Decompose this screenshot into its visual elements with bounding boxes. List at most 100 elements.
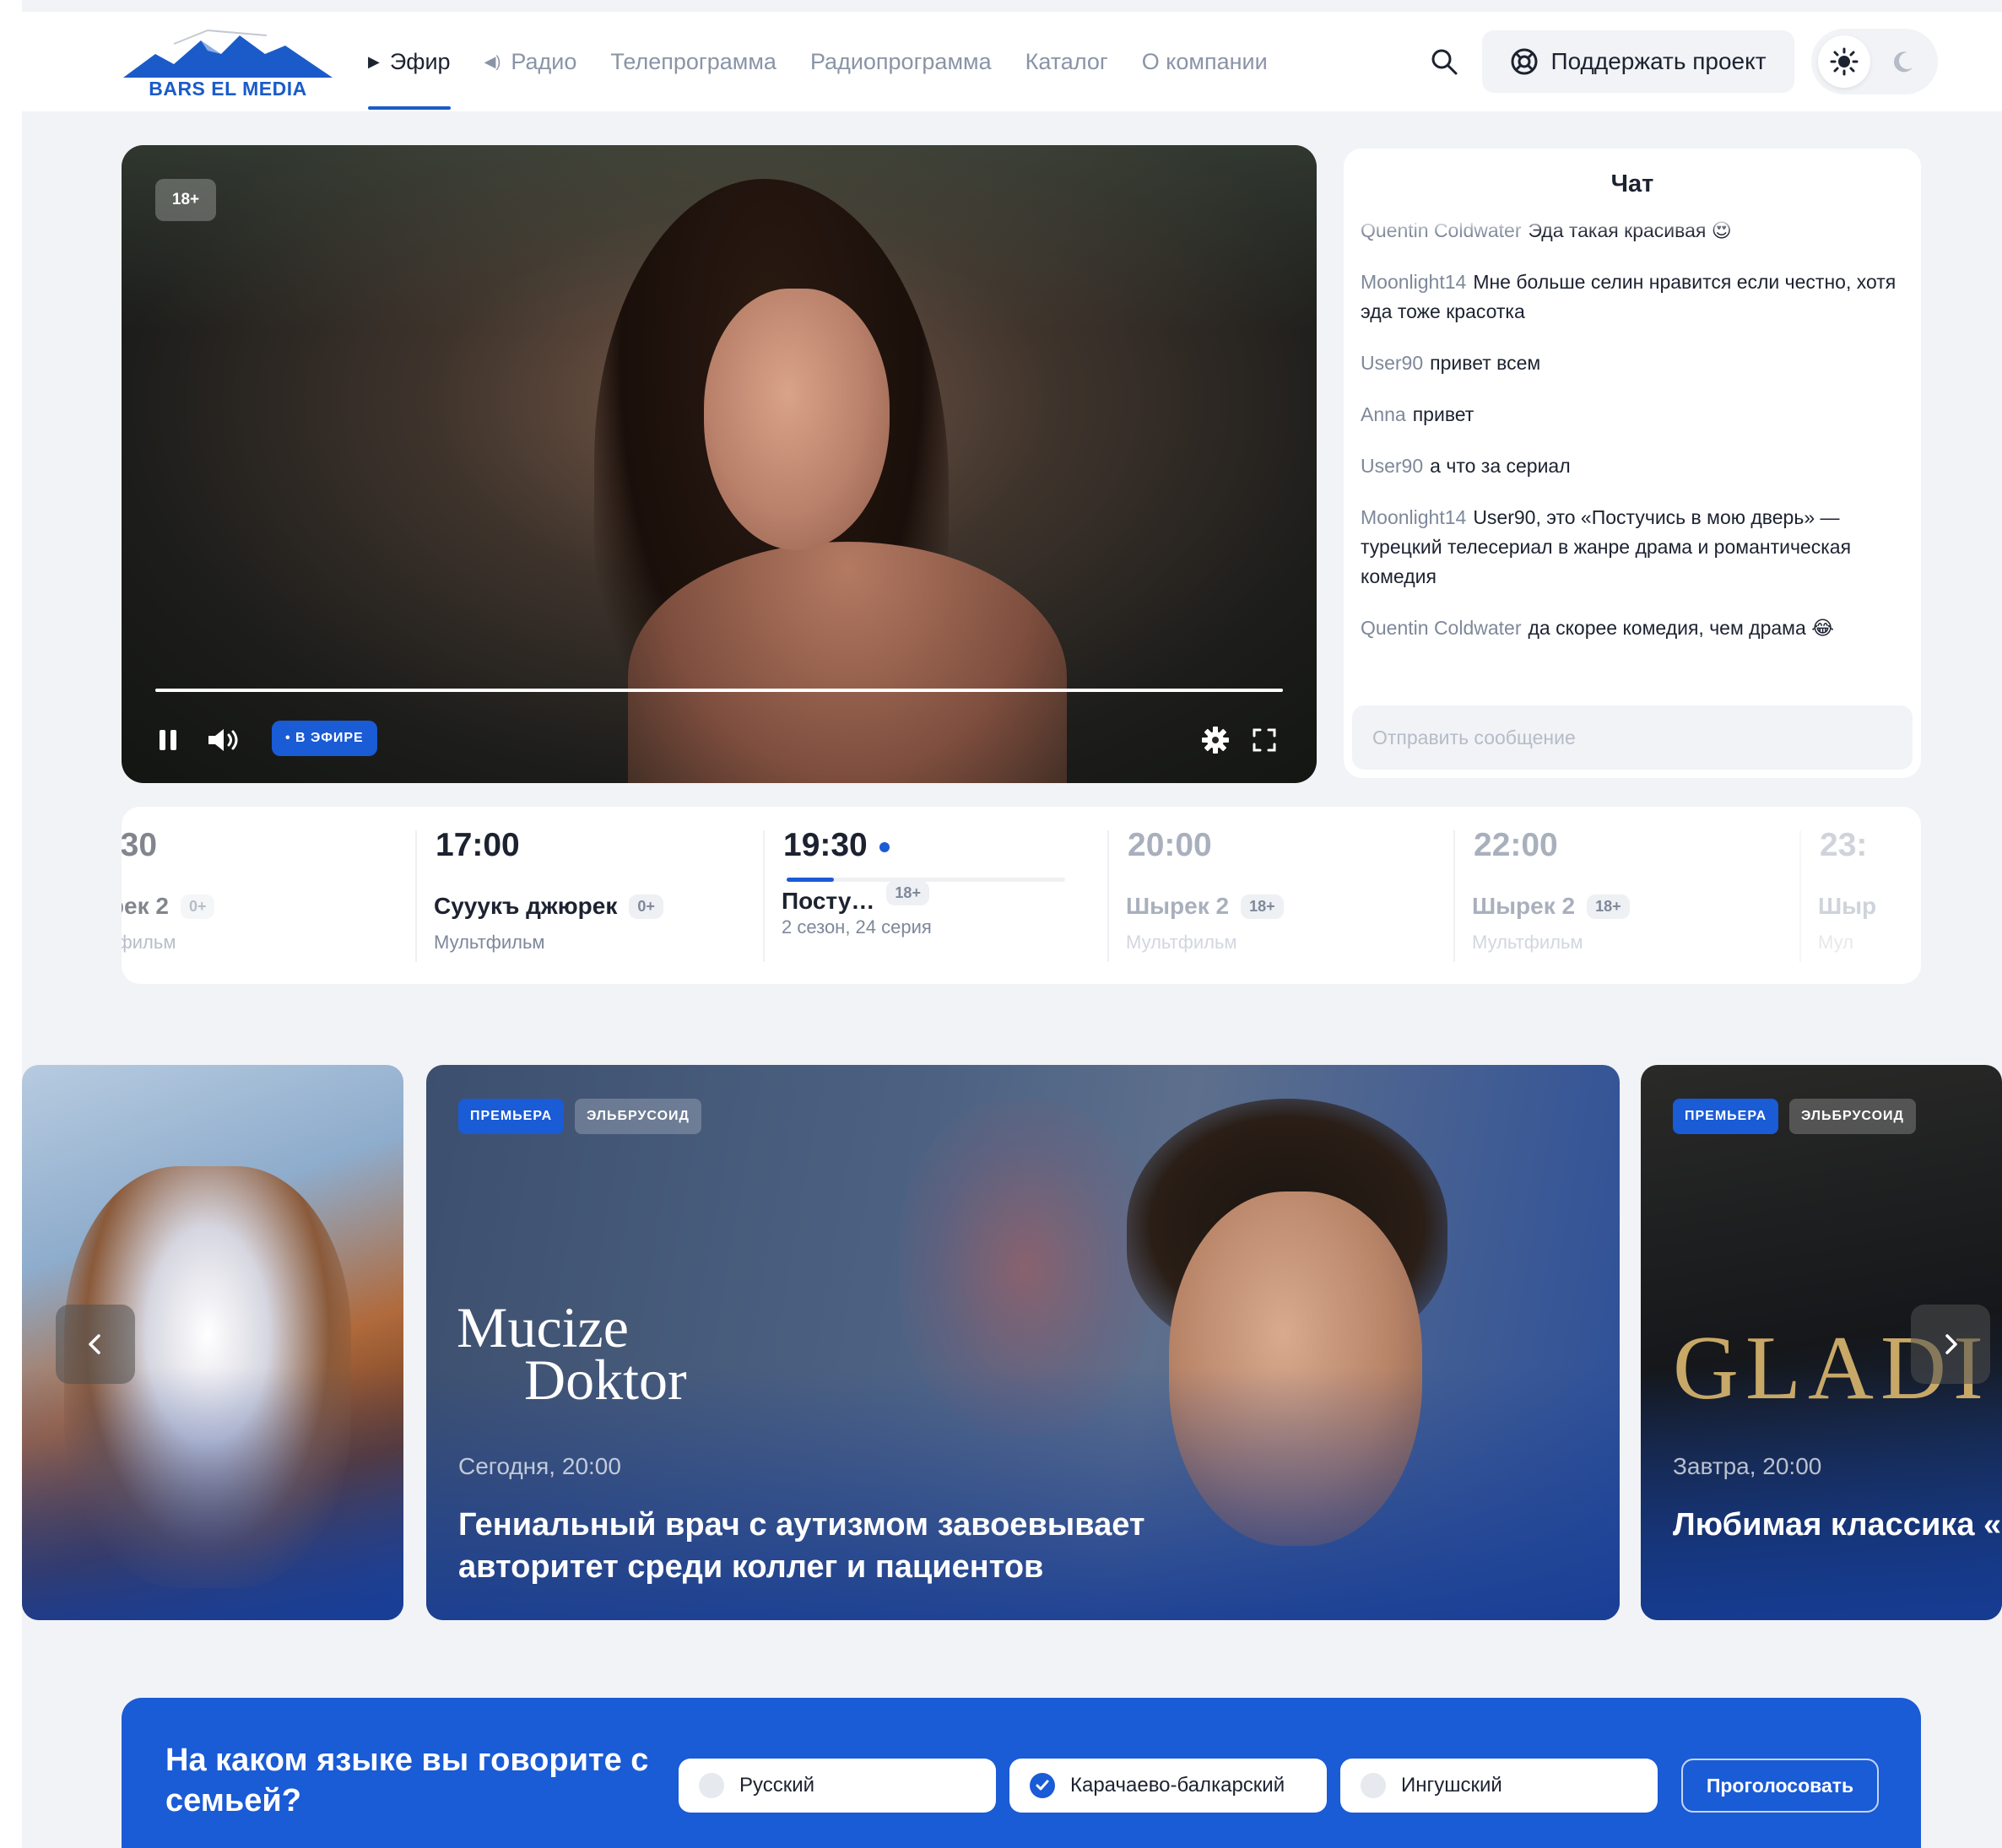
carousel-prev-button[interactable] — [56, 1305, 135, 1384]
settings-button[interactable] — [1195, 721, 1236, 759]
slot-subtitle: Мультфильм — [1126, 932, 1237, 953]
chat-text: привет всем — [1430, 352, 1541, 374]
slot-time: 6:30 — [122, 827, 157, 864]
light-theme-button[interactable] — [1818, 35, 1870, 88]
schedule-slot[interactable]: 20:00 Шырек 2 18+ Мультфильм — [1107, 807, 1455, 984]
fullscreen-icon — [1253, 728, 1276, 752]
poll-option-karachay-balkar[interactable]: Карачаево-балкарский — [1009, 1759, 1327, 1813]
chat-message-input[interactable] — [1352, 705, 1913, 770]
card-description: Гениальный врач с аутизмом завоевывает а… — [458, 1507, 1145, 1585]
fullscreen-button[interactable] — [1244, 721, 1285, 759]
site-header: BARS EL MEDIA ▶ Эфир ◀) Радио Телепрогра… — [22, 12, 2002, 111]
slot-progress-bar — [787, 878, 1065, 882]
nav-item-radio-schedule[interactable]: Радиопрограмма — [810, 12, 992, 111]
chat-username[interactable]: Moonlight14 — [1361, 271, 1466, 293]
chevron-right-icon — [1945, 1334, 1957, 1354]
schedule-strip: 6:30ырек 20+льтфильм17:00Сууукъ джюрек0+… — [122, 807, 1921, 984]
nav-item-tv-schedule[interactable]: Телепрограмма — [610, 12, 776, 111]
sun-icon — [1830, 47, 1859, 76]
chat-username[interactable]: Moonlight14 — [1361, 506, 1466, 528]
page-gutter — [0, 0, 22, 1848]
nav-item-label: Эфир — [389, 48, 451, 74]
video-player[interactable]: 18+ • В ЭФИРЕ — [122, 145, 1317, 783]
slot-divider — [763, 830, 765, 962]
volume-button[interactable] — [199, 721, 250, 759]
channel-tag: ЭЛЬБРУСОИД — [1789, 1099, 1916, 1134]
radio-unchecked-icon — [1361, 1773, 1386, 1798]
nav-item-radio[interactable]: ◀) Радио — [484, 12, 577, 111]
slot-time: 23: — [1820, 827, 1867, 864]
pause-icon — [160, 730, 176, 750]
schedule-slot[interactable]: 17:00 Сууукъ джюрек 0+ Мультфильм — [415, 807, 763, 984]
slot-subtitle: Мультфильм — [434, 932, 545, 953]
slot-time-text: 19:30 — [783, 827, 868, 863]
dark-theme-button[interactable] — [1877, 35, 1929, 88]
nav-item-about[interactable]: О компании — [1142, 12, 1268, 111]
slot-subtitle: Мул — [1818, 932, 1853, 953]
lifebuoy-icon — [1511, 48, 1538, 75]
slot-divider — [415, 830, 417, 962]
poll-option-ingush[interactable]: Ингушский — [1340, 1759, 1658, 1813]
poll-option-russian[interactable]: Русский — [679, 1759, 996, 1813]
slot-time-text: 22:00 — [1474, 827, 1558, 863]
chat-message-list: Quentin Coldwater Эда такая красивая 😍 Moo… — [1361, 216, 1901, 665]
schedule-slot[interactable]: 22:00 Шырек 2 18+ Мультфильм — [1453, 807, 1801, 984]
chevron-left-icon — [89, 1334, 100, 1354]
pause-button[interactable] — [147, 721, 189, 759]
slot-title-text: Посту… — [782, 888, 875, 914]
vote-button[interactable]: Проголосовать — [1681, 1759, 1879, 1813]
video-frame-face — [704, 289, 890, 550]
video-progress-fill — [155, 689, 1283, 692]
card-date: Завтра, 20:00 — [1673, 1453, 1822, 1479]
support-label: Поддержать проект — [1550, 48, 1767, 74]
card-description: Любимая классика «Гладиатор» от сту — [1673, 1507, 2002, 1543]
schedule-slot[interactable]: 23: Шыр Мул — [1799, 807, 1921, 984]
nav-item-label: Телепрограмма — [610, 48, 776, 74]
poll-option-label: Ингушский — [1401, 1774, 1502, 1797]
slot-title: Шыр — [1818, 893, 1876, 920]
age-rating-pill: 0+ — [629, 894, 663, 919]
nav-item-live[interactable]: ▶ Эфир — [368, 12, 451, 111]
carousel-card-main[interactable]: ПРЕМЬЕРА ЭЛЬБРУСОИД Mucize Doktor Сегодн… — [426, 1065, 1620, 1620]
nav-item-label: Радио — [511, 48, 577, 74]
logo[interactable]: BARS EL MEDIA — [123, 29, 333, 111]
premiere-tag: ПРЕМЬЕРА — [458, 1099, 565, 1134]
carousel-next-button[interactable] — [1911, 1305, 1990, 1384]
channel-tag: ЭЛЬБРУСОИД — [575, 1099, 701, 1134]
slot-time: 20:00 — [1128, 827, 1212, 864]
search-icon — [1431, 49, 1458, 75]
poll-question: На каком языке вы говорите с семьей? — [165, 1743, 649, 1818]
age-rating-pill: 18+ — [1241, 894, 1284, 919]
slot-time-text: 6:30 — [122, 827, 158, 863]
age-rating-pill: 0+ — [180, 894, 215, 919]
live-badge[interactable]: • В ЭФИРЕ — [272, 721, 377, 756]
schedule-slot-now[interactable]: 19:30 Посту… 18+ 2 сезон, 24 серия — [763, 807, 1111, 984]
schedule-slot[interactable]: 6:30 ырек 2 0+льтфильм — [122, 807, 419, 984]
poll-option-label: Русский — [739, 1774, 815, 1797]
support-project-button[interactable]: Поддержать проект — [1482, 30, 1794, 93]
show-logo: Mucize Doktor — [457, 1299, 687, 1408]
search-button[interactable] — [1423, 41, 1465, 83]
mountain-logo-icon — [123, 29, 333, 78]
slot-time: 19:30 — [783, 827, 890, 864]
speaker-icon: ◀) — [484, 52, 501, 70]
theme-toggle — [1811, 29, 1938, 95]
nav-item-label: О компании — [1141, 48, 1268, 74]
chat-username[interactable]: Quentin Coldwater — [1361, 617, 1522, 639]
chat-username[interactable]: User90 — [1361, 455, 1423, 477]
chat-username[interactable]: Anna — [1361, 403, 1406, 425]
chat-username[interactable]: Quentin Coldwater — [1361, 219, 1522, 241]
chat-username[interactable]: User90 — [1361, 352, 1423, 374]
live-dot-icon — [879, 841, 890, 852]
slot-title-text: Шыр — [1818, 893, 1877, 919]
slot-time: 22:00 — [1474, 827, 1558, 864]
language-poll: На каком языке вы говорите с семьей? Рус… — [122, 1698, 1921, 1848]
chat-text: да скорее комедия, чем драма 😂 — [1528, 617, 1835, 639]
card-date: Сегодня, 20:00 — [458, 1453, 621, 1479]
chat-text: а что за сериал — [1430, 455, 1571, 477]
chat-message: User90 а что за сериал — [1361, 451, 1901, 481]
settings-icon — [1202, 727, 1229, 754]
chat-panel: Чат Quentin Coldwater Эда такая красивая … — [1344, 149, 1921, 778]
nav-item-catalog[interactable]: Каталог — [1025, 12, 1108, 111]
video-progress-bar[interactable] — [155, 689, 1283, 692]
